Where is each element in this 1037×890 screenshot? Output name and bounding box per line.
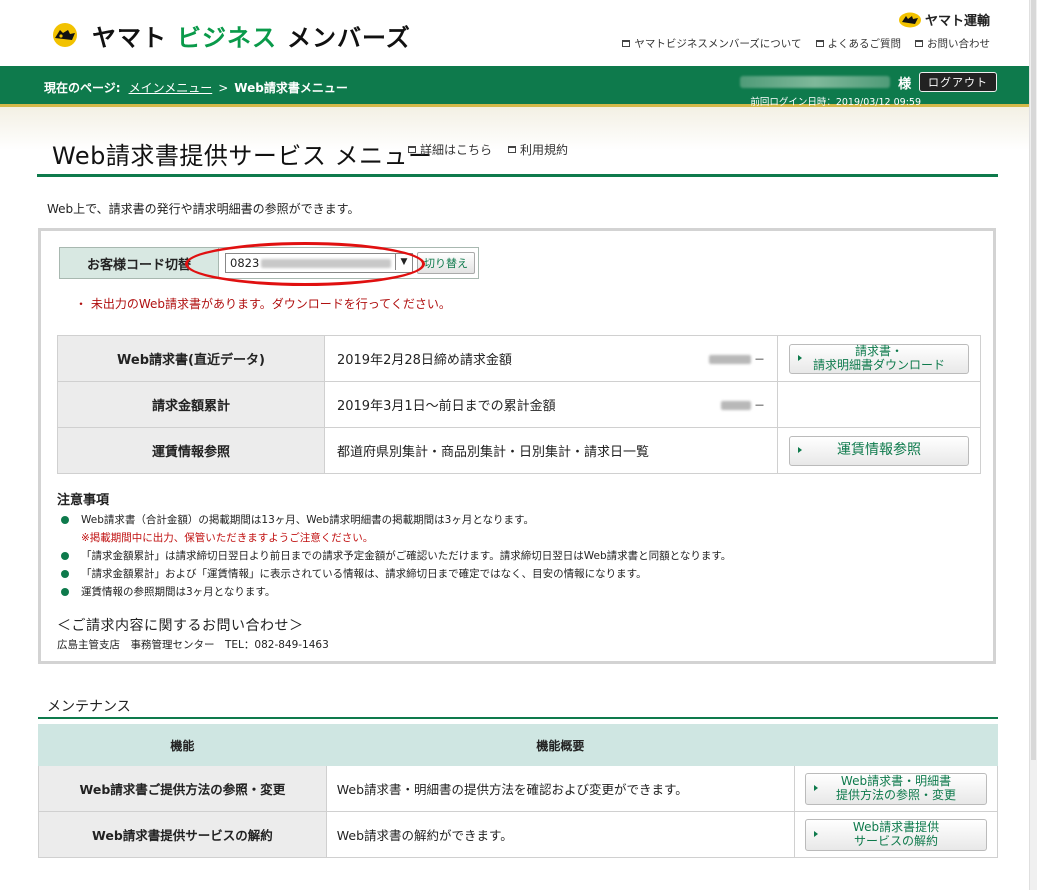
breadcrumb-main-menu-link[interactable]: メインメニュー <box>129 79 213 96</box>
corporate-logo[interactable]: ヤマト運輸 <box>898 10 990 29</box>
switch-button[interactable]: 切り替え <box>417 252 475 274</box>
new-window-icon <box>915 40 923 47</box>
customer-code-switcher: お客様コード切替 0823 ▼ 切り替え <box>59 247 479 279</box>
logo-text-yamato: ヤマト <box>92 23 167 52</box>
list-item: 運賃情報の参照期間は3ヶ月となります。 <box>57 583 731 601</box>
cancel-service-button[interactable]: Web請求書提供 サービスの解約 <box>805 818 987 851</box>
undownloaded-notice: ・ 未出力のWeb請求書があります。ダウンロードを行ってください。 <box>75 297 451 311</box>
breadcrumb-separator: > <box>218 80 229 95</box>
row-header: 運賃情報参照 <box>57 427 325 474</box>
column-header-action <box>794 724 998 766</box>
user-honorific: 様 <box>898 76 912 92</box>
customer-code-label: お客様コード切替 <box>60 248 219 278</box>
intro-text: Web上で、請求書の発行や請求明細書の参照ができます。 <box>47 202 360 216</box>
logout-button[interactable]: ログアウト <box>919 72 997 92</box>
last-login-time: 前回ログイン日時：2019/03/12 09:59 <box>750 97 921 108</box>
notes-title: 注意事項 <box>57 493 110 508</box>
invoice-summary-table: Web請求書(直近データ) 2019年2月28日締め請求金額 － 請求書・ 請求明… <box>57 335 981 474</box>
new-window-icon <box>508 146 517 153</box>
column-header-summary: 機能概要 <box>325 724 796 766</box>
new-window-icon <box>408 146 416 153</box>
new-window-icon <box>622 40 631 47</box>
customer-code-value: 0823 <box>230 256 260 270</box>
invoice-main-panel: お客様コード切替 0823 ▼ 切り替え ・ 未出力のWeb請求書があります。ダ… <box>38 228 996 664</box>
user-name-redacted <box>740 76 891 88</box>
arrow-right-icon <box>798 446 802 453</box>
details-link[interactable]: 詳細はこちら <box>408 141 492 158</box>
row-description: 都道府県別集計・商品別集計・日別集計・請求日一覧 <box>323 427 779 474</box>
invoice-download-button[interactable]: 請求書・ 請求明細書ダウンロード <box>789 343 969 374</box>
vertical-scrollbar[interactable] <box>1029 0 1037 890</box>
arrow-right-icon <box>814 784 818 791</box>
row-description: 2019年2月28日締め請求金額 － <box>323 335 779 382</box>
row-header: Web請求書(直近データ) <box>57 335 325 382</box>
arrow-right-icon <box>814 830 818 837</box>
terms-link[interactable]: 利用規約 <box>508 141 568 158</box>
chevron-down-icon[interactable]: ▼ <box>395 254 412 270</box>
row-header: Web請求書ご提供方法の参照・変更 <box>38 765 327 812</box>
bullet-icon <box>61 570 69 578</box>
list-item-warning: ※掲載期間中に出力、保管いただきますようご注意ください。 <box>81 532 374 544</box>
breadcrumb-current: Web請求書メニュー <box>234 81 348 95</box>
navigation-bar: 現在のページ: メインメニュー > Web請求書メニュー 様 ログアウト 前回ロ… <box>0 66 1030 108</box>
title-divider <box>37 174 998 177</box>
list-item: Web請求書（合計金額）の掲載期間は13ヶ月、Web請求明細書の掲載期間は3ヶ月… <box>57 511 731 529</box>
scrollbar-thumb[interactable] <box>1031 0 1036 760</box>
page-title: Web請求書提供サービス メニュー <box>52 142 433 170</box>
new-window-icon <box>815 40 824 47</box>
breadcrumb: 現在のページ: メインメニュー > Web請求書メニュー <box>44 79 348 96</box>
list-item: 「請求金額累計」および「運賃情報」に表示されている情報は、請求締切日まで確定では… <box>57 565 731 583</box>
site-logo[interactable]: ヤマト ビジネス メンバーズ <box>48 20 411 52</box>
bullet-icon <box>61 588 69 596</box>
header-links: ヤマトビジネスメンバーズについて よくあるご質問 お問い合わせ <box>622 36 990 51</box>
logo-text-members: メンバーズ <box>287 23 411 52</box>
freight-info-button[interactable]: 運賃情報参照 <box>789 435 969 466</box>
row-header: Web請求書提供サービスの解約 <box>38 811 327 858</box>
user-box: 様 ログアウト 前回ログイン日時：2019/03/12 09:59 <box>740 72 997 108</box>
black-cat-logo-icon <box>53 23 77 47</box>
notes-list: Web請求書（合計金額）の掲載期間は13ヶ月、Web請求明細書の掲載期間は3ヶ月… <box>57 511 731 601</box>
faq-link[interactable]: よくあるご質問 <box>815 36 901 51</box>
table-row: Web請求書(直近データ) 2019年2月28日締め請求金額 － 請求書・ 請求明… <box>57 335 981 382</box>
row-header: 請求金額累計 <box>57 381 325 428</box>
customer-code-redacted <box>261 258 392 268</box>
row-description: Web請求書・明細書の提供方法を確認および変更ができます。 <box>325 765 796 812</box>
contact-link[interactable]: お問い合わせ <box>915 36 990 51</box>
maintenance-title: メンテナンス <box>47 699 131 715</box>
row-description: 2019年3月1日～前日までの累計金額 － <box>323 381 779 428</box>
about-members-link[interactable]: ヤマトビジネスメンバーズについて <box>622 36 802 51</box>
table-row: Web請求書提供サービスの解約 Web請求書の解約ができます。 Web請求書提供… <box>38 811 998 858</box>
customer-code-select[interactable]: 0823 ▼ <box>225 253 413 273</box>
column-header-function: 機能 <box>38 724 327 766</box>
row-description: Web請求書の解約ができます。 <box>325 811 796 858</box>
table-row: Web請求書ご提供方法の参照・変更 Web請求書・明細書の提供方法を確認および変… <box>38 765 998 812</box>
table-header-row: 機能 機能概要 <box>38 724 998 766</box>
bullet-icon <box>61 552 69 560</box>
site-header: ヤマト ビジネス メンバーズ ヤマト運輸 ヤマトビジネスメンバーズについて よく… <box>0 0 1030 66</box>
breadcrumb-label: 現在のページ: <box>44 81 121 95</box>
logo-text-business: ビジネス <box>177 23 277 52</box>
contact-info: 広島主管支店 事務管理センター TEL：082-849-1463 <box>57 639 329 651</box>
table-row: 請求金額累計 2019年3月1日～前日までの累計金額 － <box>57 381 981 428</box>
amount-redacted: － <box>721 397 765 413</box>
arrow-right-icon <box>798 354 802 361</box>
title-links: 詳細はこちら 利用規約 <box>408 141 568 158</box>
table-row: 運賃情報参照 都道府県別集計・商品別集計・日別集計・請求日一覧 運賃情報参照 <box>57 427 981 474</box>
cat-mark-icon <box>898 12 921 27</box>
maintenance-table: 機能 機能概要 Web請求書ご提供方法の参照・変更 Web請求書・明細書の提供方… <box>38 724 998 858</box>
delivery-method-button[interactable]: Web請求書・明細書 提供方法の参照・変更 <box>805 772 987 805</box>
contact-title: ＜ご請求内容に関するお問い合わせ＞ <box>57 618 304 634</box>
maintenance-divider <box>38 717 998 719</box>
amount-redacted: － <box>709 351 765 367</box>
corporate-logo-text: ヤマト運輸 <box>924 14 990 29</box>
list-item: 「請求金額累計」は請求締切日翌日より前日までの請求予定金額がご確認いただけます。… <box>57 547 731 565</box>
bullet-icon <box>61 516 69 524</box>
